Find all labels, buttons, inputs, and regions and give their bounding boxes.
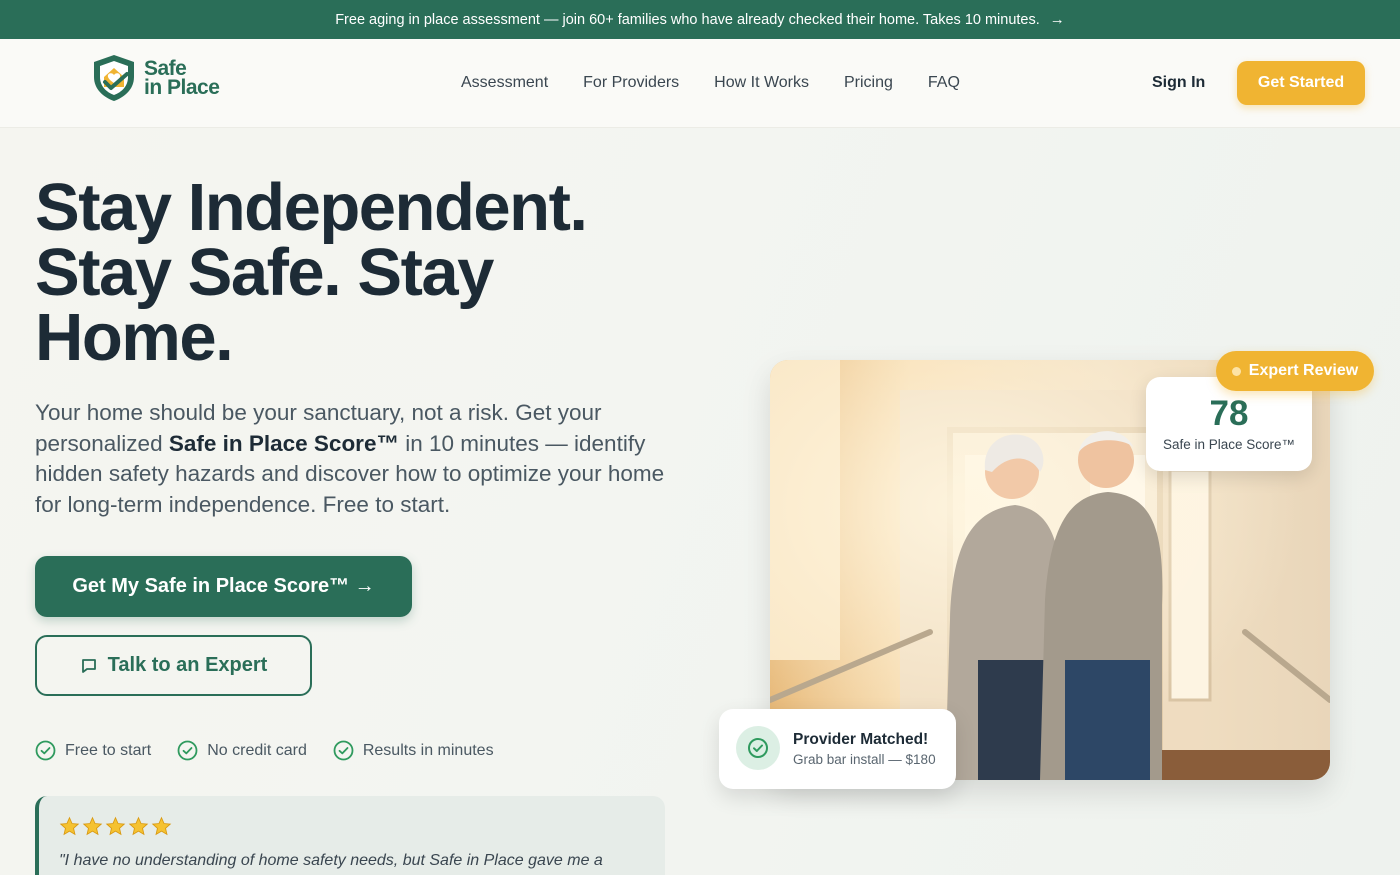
announcement-text: Free aging in place assessment — join 60… [335,11,1040,28]
nav-link-for-providers[interactable]: For Providers [583,74,679,92]
star-rating [59,816,172,837]
check-circle-icon [736,726,780,770]
star-icon [82,816,103,836]
logo[interactable]: Safe in Place [90,53,220,103]
benefit-item: Results in minutes [333,740,494,761]
expert-review-badge: Expert Review [1216,351,1374,391]
benefit-checks: Free to start No credit card Results in … [35,740,494,761]
arrow-right-icon: → [1049,11,1065,28]
star-icon [151,816,172,836]
nav-link-assessment[interactable]: Assessment [461,74,548,92]
benefit-item: No credit card [177,740,307,761]
get-started-button[interactable]: Get Started [1237,61,1365,105]
announcement-bar[interactable]: Free aging in place assessment — join 60… [0,0,1400,39]
hero-title: Stay Independent. Stay Safe. Stay Home. [35,170,588,375]
check-circle-icon [333,740,354,761]
brand-name: Safe in Place [144,57,220,99]
provider-detail: Grab bar install — $180 [793,752,936,767]
sign-in-link[interactable]: Sign In [1152,74,1205,92]
check-circle-icon [35,740,56,761]
nav-link-how-it-works[interactable]: How It Works [714,74,809,92]
get-score-button[interactable]: Get My Safe in Place Score™ → [35,556,412,617]
star-icon [105,816,126,836]
shield-home-icon [94,55,134,101]
top-nav: Safe in Place Assessment For Providers H… [0,39,1400,128]
nav-link-faq[interactable]: FAQ [928,74,960,92]
nav-link-pricing[interactable]: Pricing [844,74,893,92]
score-value: 78 [1209,394,1249,433]
testimonial-quote: "I have no understanding of home safety … [59,852,603,869]
star-icon [128,816,149,836]
score-label: Safe in Place Score™ [1162,437,1296,452]
score-name: Safe in Place Score™ [168,430,399,456]
nav-links: Assessment For Providers How It Works Pr… [461,74,960,92]
testimonial-card: "I have no understanding of home safety … [35,796,665,875]
provider-title: Provider Matched! [793,731,929,748]
chat-bubble-icon [81,658,96,673]
hero-subtitle: Your home should be your sanctuary, not … [35,400,665,517]
benefit-item: Free to start [35,740,151,761]
provider-matched-card: Provider Matched! Grab bar install — $18… [719,709,956,789]
score-card: 78 Safe in Place Score™ [1146,377,1312,471]
check-circle-icon [177,740,198,761]
talk-to-expert-button[interactable]: Talk to an Expert [35,635,312,696]
star-icon [59,816,80,836]
dot-icon [1231,366,1241,376]
